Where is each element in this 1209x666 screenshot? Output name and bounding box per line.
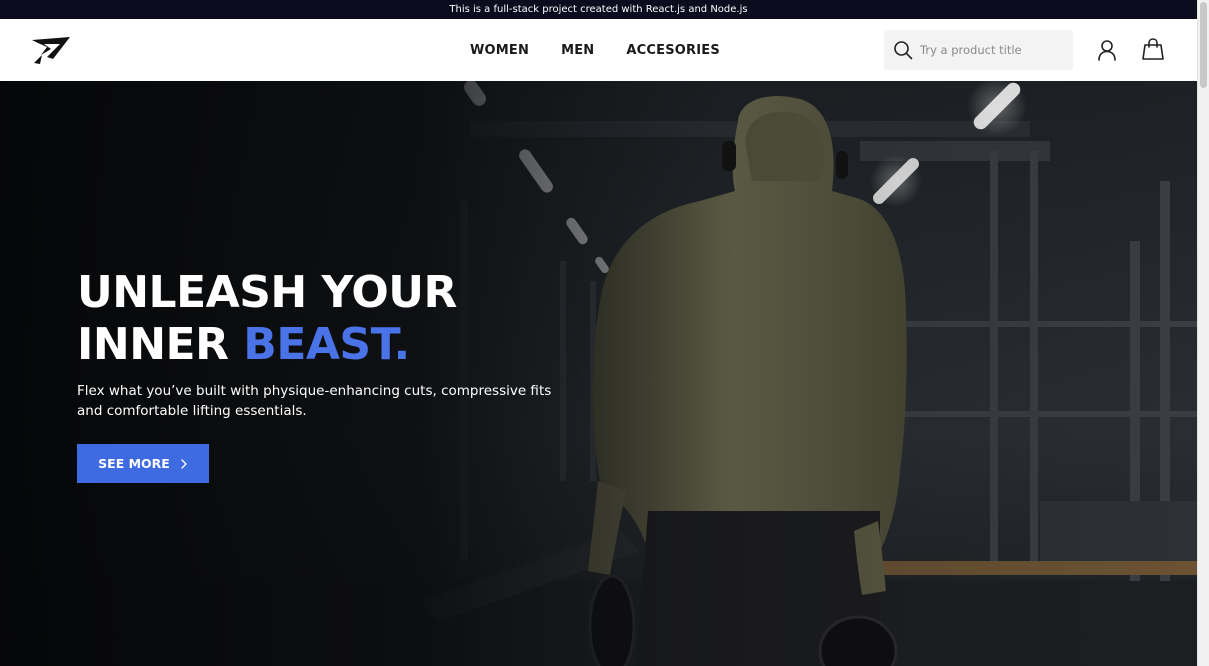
account-button[interactable] [1096, 39, 1118, 61]
nav-link-women[interactable]: WOMEN [470, 43, 529, 58]
main-nav: WOMEN MEN ACCESORIES [470, 19, 720, 81]
hero-title-line2: INNER [77, 319, 244, 370]
shopping-bag-icon [1142, 38, 1164, 60]
page: This is a full-stack project created wit… [0, 0, 1197, 666]
hero-title: UNLEASH YOUR INNER BEAST. [77, 267, 597, 371]
search-box[interactable] [884, 30, 1073, 70]
hero-section: UNLEASH YOUR INNER BEAST. Flex what you’… [0, 81, 1197, 666]
announcement-text: This is a full-stack project created wit… [449, 4, 748, 15]
cart-button[interactable] [1141, 37, 1165, 61]
see-more-label: SEE MORE [98, 456, 170, 471]
hero-content: UNLEASH YOUR INNER BEAST. Flex what you’… [77, 267, 597, 483]
nav-link-accesories[interactable]: ACCESORIES [626, 43, 720, 58]
announcement-bar: This is a full-stack project created wit… [0, 0, 1197, 19]
search-icon [894, 41, 913, 60]
scrollbar-thumb[interactable] [1200, 2, 1207, 88]
nav-link-men[interactable]: MEN [561, 43, 594, 58]
chevron-right-icon [181, 458, 187, 469]
user-icon [1098, 40, 1116, 61]
hero-title-accent: BEAST. [243, 319, 410, 370]
search-input[interactable] [920, 43, 1070, 57]
gymshark-logo-icon [32, 37, 70, 64]
page-scrollbar[interactable] [1197, 0, 1209, 666]
see-more-button[interactable]: SEE MORE [77, 444, 209, 483]
navbar: WOMEN MEN ACCESORIES [0, 19, 1197, 81]
hero-subtitle: Flex what you’ve built with physique-enh… [77, 383, 552, 419]
hero-title-line1: UNLEASH YOUR [77, 267, 457, 318]
logo-link[interactable] [30, 33, 72, 67]
